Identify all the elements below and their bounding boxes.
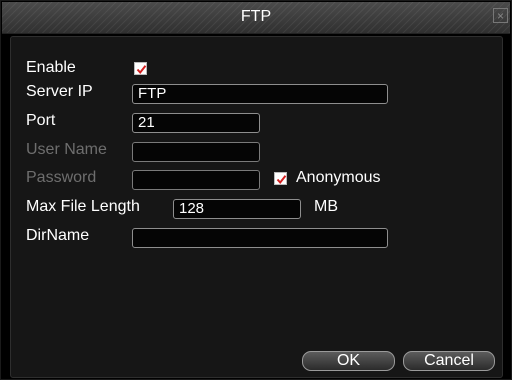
cancel-button[interactable]: Cancel (403, 351, 495, 371)
ok-button[interactable]: OK (302, 351, 395, 371)
anonymous-checkbox[interactable] (274, 172, 287, 185)
title-bar: FTP × (2, 2, 510, 34)
max-file-length-label: Max File Length (26, 198, 140, 215)
max-file-length-unit: MB (314, 198, 338, 215)
dialog-title: FTP (240, 8, 272, 25)
enable-checkbox[interactable] (134, 62, 147, 75)
footer-strip (0, 380, 512, 392)
anonymous-label: Anonymous (296, 169, 381, 186)
close-icon[interactable]: × (493, 8, 508, 23)
port-label: Port (26, 112, 56, 129)
checkmark-icon (276, 175, 287, 185)
max-file-length-field[interactable]: 128 (173, 199, 301, 219)
dir-name-field[interactable] (132, 228, 388, 248)
ftp-dialog: FTP × Enable Server IP FTP Port 21 User … (0, 0, 512, 380)
password-label: Password (26, 169, 97, 186)
server-ip-label: Server IP (26, 83, 93, 100)
user-name-label: User Name (26, 141, 107, 158)
checkmark-icon (136, 65, 147, 75)
password-field[interactable] (132, 170, 260, 190)
user-name-field[interactable] (132, 142, 260, 162)
dir-name-label: DirName (26, 227, 90, 244)
enable-label: Enable (26, 59, 76, 76)
port-field[interactable]: 21 (132, 113, 260, 133)
server-ip-field[interactable]: FTP (132, 84, 388, 104)
